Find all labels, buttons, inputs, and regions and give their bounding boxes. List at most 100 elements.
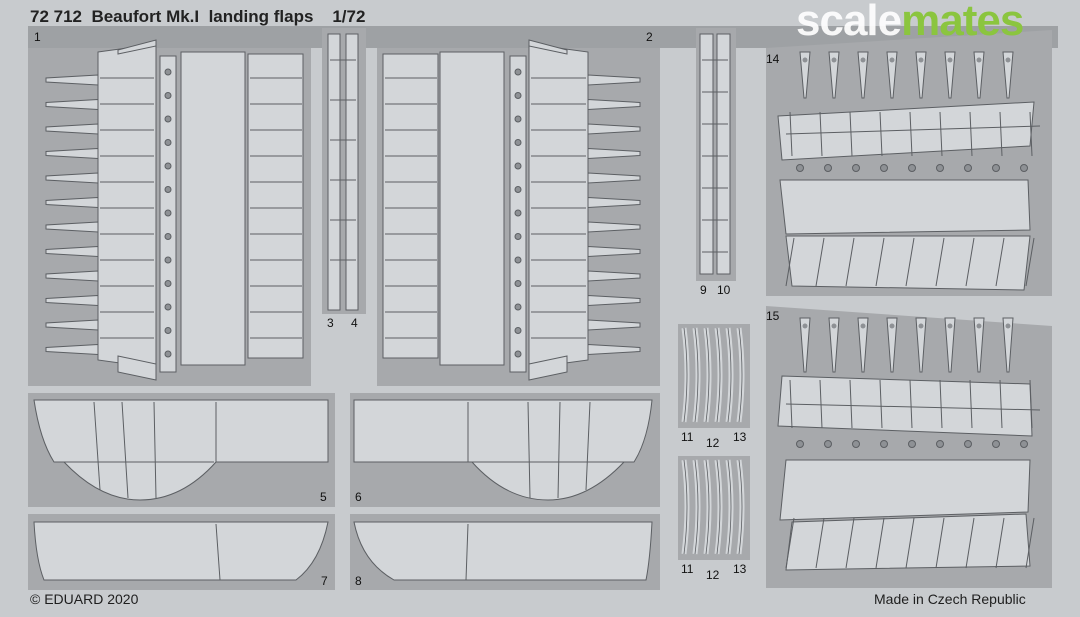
rivet-hole [164, 209, 172, 217]
tooth-hole [889, 57, 895, 63]
rivet-hole [164, 327, 172, 334]
part-number-3: 3 [327, 316, 334, 330]
part-number-11-lower: 11 [681, 562, 694, 576]
origin-text: Made in Czech Republic [874, 591, 1026, 607]
rivet-hole [936, 440, 944, 448]
rivet-hole [880, 440, 888, 448]
part-number-2: 2 [646, 30, 653, 44]
part-number-12-lower: 12 [706, 568, 720, 582]
rivet-hole [1020, 164, 1028, 172]
part-number-4: 4 [351, 316, 358, 330]
part-5-panel [28, 393, 335, 507]
part-number-1: 1 [34, 30, 41, 44]
tooth-hole [831, 323, 837, 329]
rivet-hole [908, 164, 916, 172]
part-number-10: 10 [717, 283, 731, 297]
part-number-13-lower: 13 [733, 562, 747, 576]
tooth-hole [889, 323, 895, 329]
watermark-part1: scale [796, 0, 902, 45]
rivet-hole [796, 440, 804, 448]
rivet-hole [514, 139, 522, 146]
rivet-hole [796, 164, 804, 172]
rivet-hole [964, 440, 972, 448]
tooth-hole [860, 323, 866, 329]
part-6-panel [350, 393, 660, 507]
part-15-flap-section [766, 306, 1052, 588]
tooth-hole [947, 57, 953, 63]
tooth-hole [918, 57, 924, 63]
rivet-hole [824, 164, 832, 172]
tooth-hole [831, 57, 837, 63]
rivet-hole [164, 280, 172, 287]
rivet-hole [514, 327, 522, 334]
part-11-13-upper [678, 324, 750, 428]
etch-fret-drawing [28, 26, 1058, 590]
part-7-panel [28, 514, 335, 590]
rivet-hole [164, 350, 172, 358]
part-9-10-strips [696, 28, 736, 281]
rivet-hole [164, 256, 172, 264]
sheet-title: 72 712 Beaufort Mk.I landing flaps 1/72 [30, 7, 365, 27]
rivet-hole [164, 68, 172, 76]
part-2-flap-right [377, 39, 660, 386]
rivet-hole [514, 68, 522, 76]
rivet-hole [514, 303, 522, 311]
rivet-hole [514, 350, 522, 358]
rivet-hole [164, 233, 172, 240]
rivet-hole [514, 162, 522, 170]
rivet-hole [514, 256, 522, 264]
tooth-hole [802, 57, 808, 63]
rivet-hole [514, 209, 522, 217]
rivet-hole [880, 164, 888, 172]
part-3-4-strips [322, 28, 366, 314]
rivet-hole [164, 139, 172, 146]
copyright-text: © EDUARD 2020 [30, 591, 139, 607]
rivet-hole [164, 92, 172, 99]
tooth-hole [976, 57, 982, 63]
tooth-hole [1005, 57, 1011, 63]
part-number-9: 9 [700, 283, 707, 297]
rivet-hole [852, 164, 860, 172]
part-number-13-upper: 13 [733, 430, 747, 444]
rivet-hole [992, 164, 1000, 172]
product-number: 72 712 [30, 7, 82, 26]
part-11-13-lower [678, 456, 750, 560]
part-1-flap-left [28, 39, 311, 386]
tooth-hole [802, 323, 808, 329]
part-8-panel [350, 514, 660, 590]
tooth-hole [976, 323, 982, 329]
rivet-hole [1020, 440, 1028, 448]
part-number-5: 5 [320, 490, 327, 504]
rivet-hole [824, 440, 832, 448]
rivet-hole [514, 115, 522, 123]
rivet-hole [908, 440, 916, 448]
part-number-6: 6 [355, 490, 362, 504]
rivet-hole [164, 186, 172, 193]
rivet-hole [514, 280, 522, 287]
product-name: Beaufort Mk.I landing flaps [91, 7, 314, 26]
rivet-hole [964, 164, 972, 172]
rivet-hole [514, 233, 522, 240]
tooth-hole [1005, 323, 1011, 329]
part-number-15: 15 [766, 309, 780, 323]
scalemates-watermark: scalemates [796, 0, 1024, 46]
part-number-7: 7 [321, 574, 328, 588]
part-number-8: 8 [355, 574, 362, 588]
rivet-hole [164, 162, 172, 170]
etch-fret-sheet: scalemates 72 712 Beaufort Mk.I landing … [0, 0, 1080, 617]
rivet-hole [164, 115, 172, 123]
tooth-hole [918, 323, 924, 329]
rivet-hole [936, 164, 944, 172]
tooth-hole [860, 57, 866, 63]
rivet-hole [514, 186, 522, 193]
part-14-flap-section [766, 30, 1052, 296]
product-scale: 1/72 [332, 7, 366, 26]
rivet-hole [164, 303, 172, 311]
rivet-hole [992, 440, 1000, 448]
rivet-hole [514, 92, 522, 99]
part-number-11-upper: 11 [681, 430, 694, 444]
rivet-hole [852, 440, 860, 448]
tooth-hole [947, 323, 953, 329]
part-number-14: 14 [766, 52, 780, 66]
part-number-12-upper: 12 [706, 436, 720, 450]
